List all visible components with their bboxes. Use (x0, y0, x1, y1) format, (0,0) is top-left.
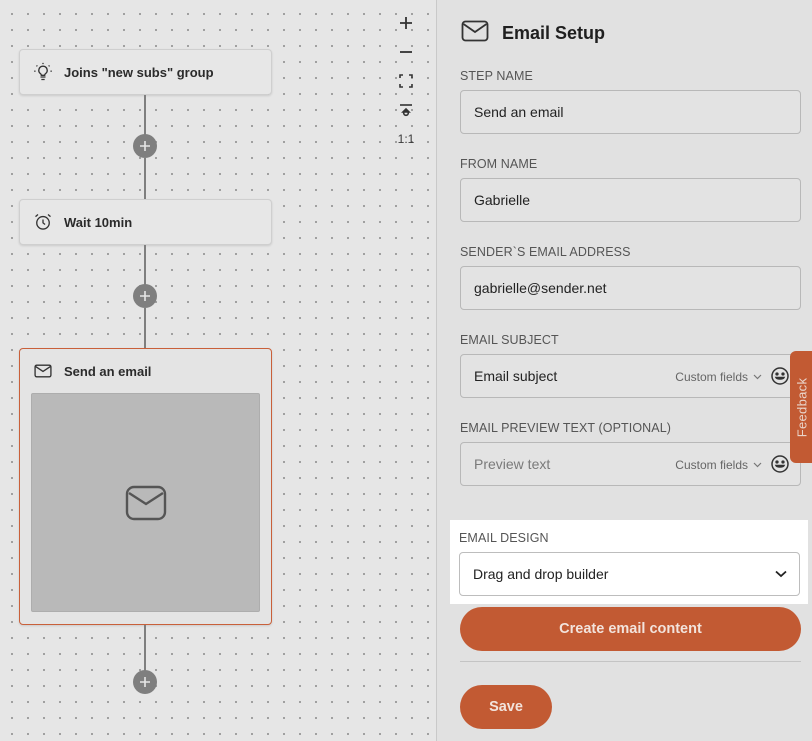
email-setup-panel: Email Setup STEP NAME Send an email FROM… (436, 0, 812, 741)
custom-fields-label: Custom fields (675, 458, 748, 472)
divider (460, 661, 801, 662)
fit-screen-button[interactable] (392, 66, 420, 95)
plus-icon (140, 291, 150, 301)
zoom-out-button[interactable] (392, 37, 420, 66)
email-design-select[interactable]: Drag and drop builder (459, 552, 800, 596)
page-title: Email Setup (502, 23, 606, 43)
connector-line (144, 158, 146, 200)
add-step-button[interactable] (133, 284, 157, 308)
envelope-icon (32, 360, 54, 382)
save-button[interactable]: Save (460, 685, 552, 729)
panel-header: Email Setup (461, 20, 605, 47)
add-step-button[interactable] (133, 134, 157, 158)
preview-text-input[interactable]: Preview text Custom fields (460, 442, 801, 486)
step-name-label: STEP NAME (460, 69, 533, 83)
node-title: Wait 10min (64, 214, 133, 230)
reset-zoom-button[interactable]: 1:1 (392, 124, 420, 153)
sender-email-label: SENDER`S EMAIL ADDRESS (460, 245, 631, 259)
emoji-icon (771, 366, 789, 385)
node-title: Joins "new subs" group (64, 64, 214, 80)
wait-node[interactable]: Wait 10min (19, 199, 272, 245)
step-name-input[interactable]: Send an email (460, 90, 801, 134)
preview-text-label: EMAIL PREVIEW TEXT (OPTIONAL) (460, 421, 672, 435)
subject-label: EMAIL SUBJECT (460, 333, 559, 347)
emoji-button[interactable] (770, 366, 790, 389)
fit-screen-icon (399, 73, 413, 88)
subject-value: Email subject (474, 368, 558, 384)
chevron-down-icon (753, 462, 762, 468)
plus-icon (140, 141, 150, 151)
feedback-tab[interactable]: Feedback (790, 351, 812, 463)
trigger-node[interactable]: Joins "new subs" group (19, 49, 272, 95)
feedback-label: Feedback (794, 377, 810, 437)
workflow-canvas[interactable]: Joins "new subs" group Wait 10min Send a… (0, 0, 436, 741)
node-title: Send an email (64, 363, 152, 379)
chevron-down-icon (753, 374, 762, 380)
preview-text-placeholder: Preview text (474, 456, 551, 472)
from-name-value: Gabrielle (474, 192, 531, 208)
connector-line (144, 625, 146, 671)
sender-email-value: gabrielle@sender.net (474, 280, 607, 296)
custom-fields-dropdown[interactable]: Custom fields (675, 370, 762, 384)
custom-fields-label: Custom fields (675, 370, 748, 384)
plus-icon (140, 677, 150, 687)
step-name-value: Send an email (474, 104, 564, 120)
create-email-content-button[interactable]: Create email content (460, 607, 801, 651)
zoom-out-icon (400, 50, 412, 53)
emoji-icon (771, 454, 789, 473)
zoom-in-icon (400, 16, 412, 29)
sender-email-input[interactable]: gabrielle@sender.net (460, 266, 801, 310)
connector-line (144, 308, 146, 350)
subject-input[interactable]: Email subject Custom fields (460, 354, 801, 398)
custom-fields-dropdown[interactable]: Custom fields (675, 458, 762, 472)
envelope-icon (461, 20, 489, 47)
center-button[interactable] (392, 95, 420, 124)
from-name-label: FROM NAME (460, 157, 538, 171)
email-design-section: EMAIL DESIGN Drag and drop builder (450, 520, 808, 604)
connector-line (144, 95, 146, 135)
zoom-in-button[interactable] (392, 8, 420, 37)
envelope-icon (125, 485, 166, 520)
chevron-down-icon (775, 570, 787, 578)
from-name-input[interactable]: Gabrielle (460, 178, 801, 222)
email-node[interactable]: Send an email (19, 348, 272, 625)
alarm-clock-icon (32, 211, 54, 233)
add-step-button[interactable] (133, 670, 157, 694)
emoji-button[interactable] (770, 454, 790, 477)
lightbulb-icon (32, 61, 54, 83)
email-design-value: Drag and drop builder (473, 566, 609, 582)
connector-line (144, 245, 146, 285)
zoom-controls: 1:1 (392, 8, 420, 153)
email-design-label: EMAIL DESIGN (459, 531, 549, 545)
center-icon (400, 103, 412, 116)
email-preview[interactable] (31, 393, 260, 612)
